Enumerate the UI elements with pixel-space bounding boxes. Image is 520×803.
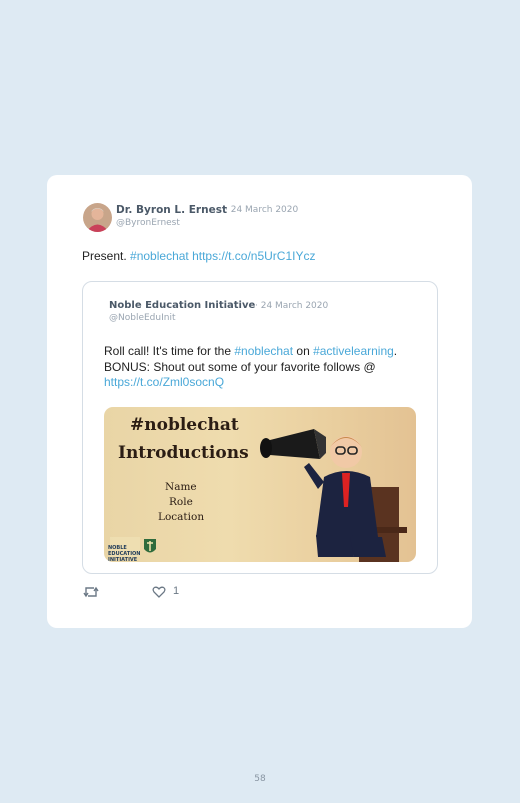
- quote-text-2: on: [293, 344, 314, 358]
- image-title-introductions: Introductions: [118, 443, 249, 463]
- quote-author-name[interactable]: Noble Education Initiative: [109, 300, 255, 311]
- tweet-text-plain: Present.: [82, 249, 131, 263]
- image-item-role: Role: [169, 496, 193, 508]
- quoted-tweet[interactable]: Noble Education Initiative · 24 March 20…: [82, 281, 438, 574]
- tweet-text: Present. #noblechat https://t.co/n5UrC1I…: [82, 249, 315, 263]
- image-item-location: Location: [158, 511, 205, 523]
- retweet-icon[interactable]: [83, 585, 99, 599]
- author-handle[interactable]: @ByronErnest: [116, 218, 180, 228]
- page-number: 58: [254, 774, 266, 784]
- tweet-date: · 24 March 2020: [225, 205, 299, 215]
- image-item-name: Name: [165, 481, 197, 493]
- tweet-hashtag[interactable]: #noblechat: [130, 249, 189, 263]
- quote-image[interactable]: #noblechat Introductions Name Role Locat…: [104, 407, 416, 562]
- quote-author-handle[interactable]: @NobleEduInit: [109, 313, 175, 323]
- heart-icon[interactable]: [152, 585, 166, 599]
- tweet-link[interactable]: https://t.co/n5UrC1IYcz: [192, 249, 315, 263]
- quote-date: · 24 March 2020: [255, 301, 329, 311]
- image-logo-text: NOBLE EDUCATION INITIATIVE: [108, 545, 141, 562]
- quote-link[interactable]: https://t.co/Zml0socnQ: [104, 375, 224, 389]
- quote-hashtag-noblechat[interactable]: #noblechat: [234, 344, 293, 358]
- quote-hashtag-activelearning[interactable]: #activelearning: [313, 344, 394, 358]
- tweet-card: Dr. Byron L. Ernest · 24 March 2020 @Byr…: [47, 175, 472, 628]
- quote-text-1: Roll call! It's time for the: [104, 344, 235, 358]
- quote-text: Roll call! It's time for the #noblechat …: [104, 344, 404, 391]
- boy-with-megaphone-illustration: [260, 429, 407, 562]
- author-avatar[interactable]: [83, 203, 112, 232]
- author-name[interactable]: Dr. Byron L. Ernest: [116, 204, 227, 216]
- like-count: 1: [173, 585, 180, 597]
- image-title-hashtag: #noblechat: [130, 415, 239, 435]
